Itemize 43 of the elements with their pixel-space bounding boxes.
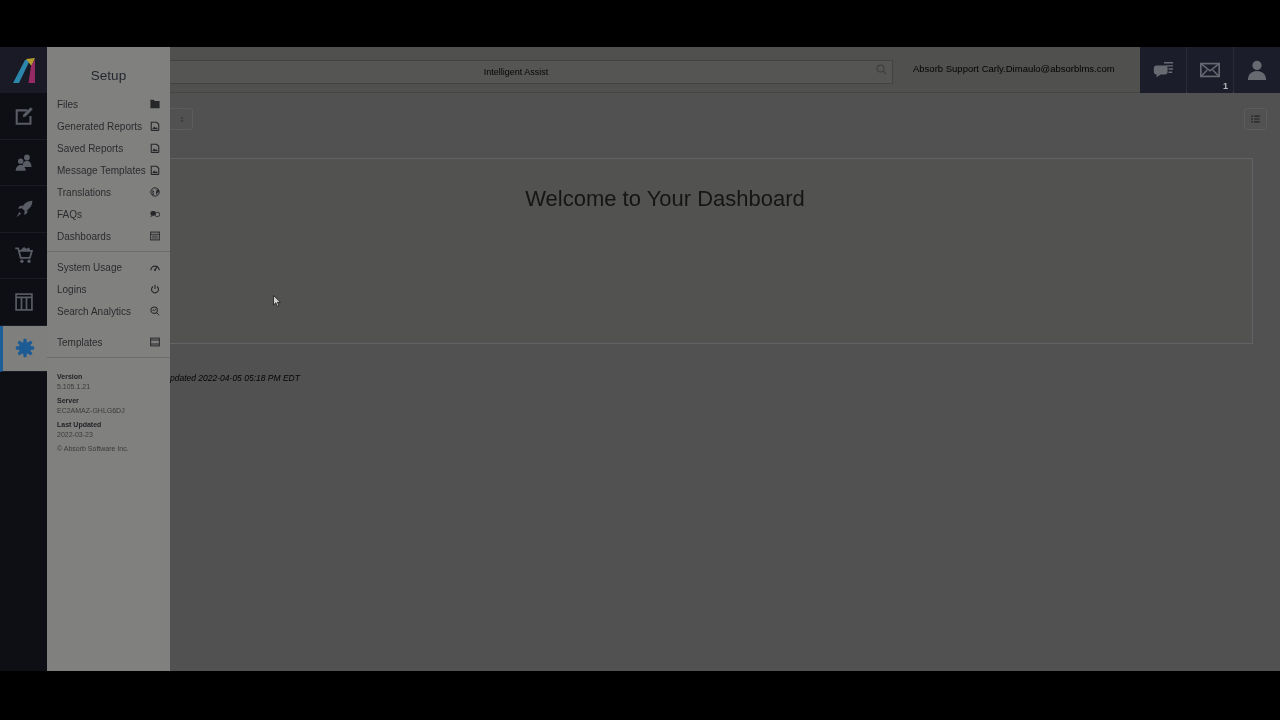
menu-item[interactable]: FAQs [57,203,160,225]
list-view-button[interactable] [1244,108,1267,130]
globe-icon [150,187,160,197]
last-updated-text: pdated 2022-04-05 05:18 PM EDT [170,372,300,384]
unread-count: 1 [1223,81,1228,91]
nav-button[interactable] [0,325,47,372]
list-icon [1251,115,1260,123]
menu-item[interactable]: Files [57,93,160,115]
messages-button[interactable]: 1 [1187,47,1233,93]
menu-item[interactable]: Generated Reports [57,115,160,137]
speech-bubbles-icon [150,209,160,219]
window-icon [150,337,160,347]
document-icon [150,165,160,175]
menu-item[interactable]: Message Templates [57,159,160,181]
menu-item[interactable]: Templates [57,331,160,353]
cart-icon [13,245,34,266]
search-icon [876,63,887,75]
menu-item[interactable]: Search Analytics [57,300,160,322]
menu-item[interactable]: Translations [57,181,160,203]
profile-button[interactable] [1234,47,1280,93]
magnifier-icon [150,306,160,316]
menu-item[interactable]: Saved Reports [57,137,160,159]
menu-title: Setup [90,67,127,85]
settings-icon [15,338,35,359]
help-button[interactable] [1140,47,1186,93]
menu-item[interactable]: Logins [57,278,160,300]
users-icon [13,152,34,173]
logo-icon [11,56,36,84]
power-icon [150,284,160,294]
columns-icon [13,291,34,312]
dashboard-icon [150,231,160,241]
document-icon [150,143,160,153]
document-icon [150,121,160,131]
select-field[interactable] [170,108,193,130]
user-icon [1245,59,1269,81]
search-field[interactable]: Intelligent Assist [170,59,893,84]
mouse-pointer-icon [273,295,281,307]
menu-item[interactable]: Dashboards [57,225,160,247]
menu-item[interactable]: System Usage [57,256,160,278]
edit-icon [13,105,34,126]
user-label: Absorb Support Carly.Dimaulo@absorblms.com [913,62,1115,77]
folder-icon [150,99,160,109]
dashboard-title: Welcome to Your Dashboard [525,185,805,213]
